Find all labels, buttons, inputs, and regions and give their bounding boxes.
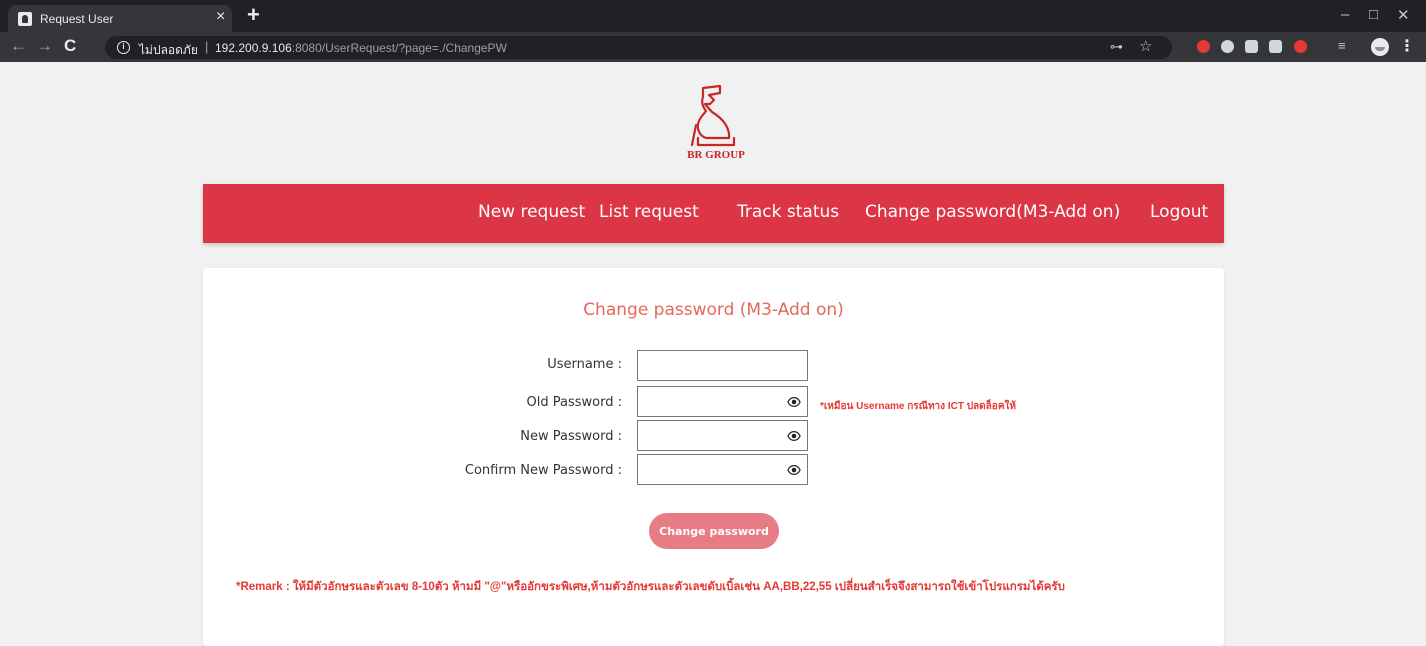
info-icon[interactable]: i	[117, 41, 130, 54]
old-password-field-box	[637, 386, 808, 417]
url-text[interactable]: 192.200.9.106:8080/UserRequest/?page=./C…	[215, 41, 507, 55]
extension-shield-icon[interactable]	[1221, 40, 1234, 53]
username-input[interactable]	[638, 351, 807, 380]
change-password-button[interactable]: Change password	[649, 513, 779, 549]
confirm-password-field-box	[637, 454, 808, 485]
tab-title: Request User	[40, 12, 114, 26]
address-bar[interactable]: i ไม่ปลอดภัย | 192.200.9.106:8080/UserRe…	[105, 36, 1172, 59]
security-label[interactable]: ไม่ปลอดภัย	[139, 41, 198, 60]
key-icon[interactable]: ⊶	[1110, 39, 1123, 55]
br-group-logo: BR GROUP	[687, 84, 745, 161]
window-maximize-button[interactable]: □	[1369, 6, 1378, 23]
confirm-password-label: Confirm New Password :	[464, 463, 622, 478]
tab-favicon-icon	[18, 12, 32, 26]
show-password-icon[interactable]	[787, 429, 801, 443]
nav-track-status[interactable]: Track status	[737, 202, 839, 222]
reading-list-icon[interactable]: ≡	[1338, 38, 1346, 53]
new-tab-button[interactable]: +	[247, 2, 260, 28]
window-minimize-button[interactable]: –	[1341, 6, 1349, 23]
reload-button[interactable]: C	[64, 36, 76, 56]
extension-stop-icon[interactable]	[1294, 40, 1307, 53]
browser-toolbar: ← → C i ไม่ปลอดภัย | 192.200.9.106:8080/…	[0, 32, 1426, 62]
old-password-input[interactable]	[638, 387, 807, 416]
browser-menu-icon[interactable]: ⋮	[1399, 36, 1415, 56]
extension-chat-icon[interactable]	[1269, 40, 1282, 53]
nav-change-password[interactable]: Change password(M3-Add on)	[865, 202, 1120, 222]
password-remark: *Remark : ให้มีตัวอักษรและตัวเลข 8-10ตัว…	[236, 581, 1065, 593]
logo-text: BR GROUP	[687, 149, 745, 161]
browser-tab[interactable]: Request User ×	[8, 5, 232, 32]
profile-avatar-icon[interactable]	[1371, 38, 1389, 56]
url-path: :8080/UserRequest/?page=./ChangePW	[291, 41, 507, 55]
window-close-button[interactable]: ✕	[1397, 6, 1410, 24]
form-title: Change password (M3-Add on)	[583, 300, 844, 320]
extension-red-icon[interactable]	[1197, 40, 1210, 53]
username-field-box	[637, 350, 808, 381]
old-password-label: Old Password :	[526, 395, 622, 410]
bookmark-star-icon[interactable]: ☆	[1139, 37, 1152, 55]
show-password-icon[interactable]	[787, 395, 801, 409]
old-password-hint: *เหมือน Username กรณีทาง ICT ปลดล็อคให้	[820, 401, 1016, 412]
confirm-password-input[interactable]	[638, 455, 807, 484]
forward-button[interactable]: →	[36, 36, 53, 56]
url-separator: |	[205, 39, 209, 54]
url-host: 192.200.9.106	[215, 41, 292, 55]
nav-list-request[interactable]: List request	[599, 202, 699, 222]
new-password-input[interactable]	[638, 421, 807, 450]
username-label: Username :	[547, 357, 622, 372]
change-password-card: Change password (M3-Add on) Username : O…	[203, 268, 1224, 646]
new-password-field-box	[637, 420, 808, 451]
browser-tab-strip: Request User × + – □ ✕	[0, 0, 1426, 32]
new-password-label: New Password :	[520, 429, 622, 444]
tab-close-icon[interactable]: ×	[216, 8, 225, 26]
nav-logout[interactable]: Logout	[1150, 202, 1208, 222]
show-password-icon[interactable]	[787, 463, 801, 477]
main-navbar: New request List request Track status Ch…	[203, 184, 1224, 243]
back-button[interactable]: ←	[10, 36, 27, 56]
nav-new-request[interactable]: New request	[478, 202, 585, 222]
extension-window-icon[interactable]	[1245, 40, 1258, 53]
